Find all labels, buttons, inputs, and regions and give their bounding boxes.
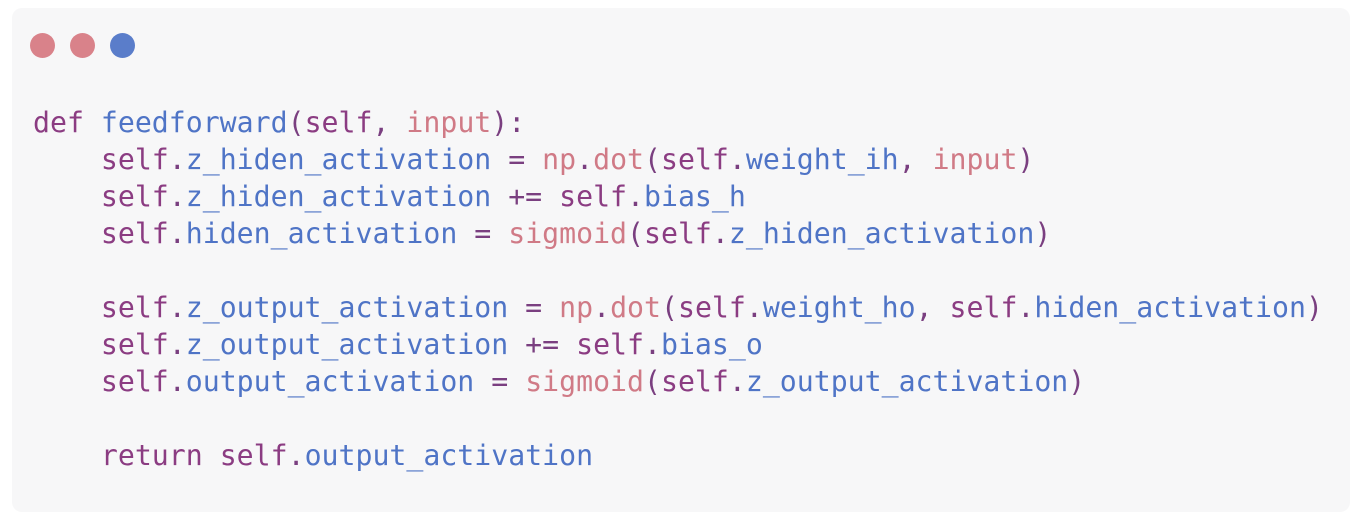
code-token-keyword: def	[33, 106, 101, 139]
code-token-punct: .	[1017, 291, 1035, 324]
code-token-punct: .	[168, 328, 186, 361]
code-token-punct: )	[1034, 217, 1052, 250]
code-token-punct: ,	[898, 143, 933, 176]
code-token-self: self	[100, 365, 169, 398]
code-token-call: dot	[610, 291, 661, 324]
code-token-punct: ,	[372, 106, 407, 139]
code-token-self: self	[304, 106, 373, 139]
code-token-call: sigmoid	[508, 217, 628, 250]
code-token-punct: .	[576, 143, 594, 176]
code-token-punct: ,	[915, 291, 950, 324]
code-token-call: dot	[593, 143, 645, 176]
code-token-attr: hiden_activation	[1034, 291, 1306, 324]
code-line: return self.output_activation	[33, 437, 1323, 474]
code-token-self: self	[100, 328, 169, 361]
code-token-punct: .	[711, 217, 729, 250]
code-token-attr: z_output_activation	[185, 291, 509, 324]
code-token-self: self	[219, 439, 288, 472]
code-token-punct: .	[168, 180, 186, 213]
code-token-self: self	[644, 217, 712, 250]
code-token-punct: .	[168, 143, 186, 176]
code-token-punct: =	[491, 143, 543, 176]
code-token-punct: +=	[508, 328, 577, 361]
code-token-punct: )	[1305, 291, 1323, 324]
code-token-punct: )	[1017, 143, 1035, 176]
code-token-punct: =	[474, 365, 526, 398]
code-token-punct: (	[643, 365, 661, 398]
code-token-punct: .	[728, 143, 746, 176]
code-token-punct: +=	[491, 180, 560, 213]
code-line: self.z_hiden_activation = np.dot(self.we…	[33, 141, 1323, 178]
code-token-call: np	[542, 143, 577, 176]
code-token-self: self	[100, 291, 169, 324]
code-token-self: self	[559, 180, 628, 213]
code-token-punct: .	[593, 291, 611, 324]
code-token-self: self	[100, 143, 169, 176]
code-token-punct: .	[728, 365, 746, 398]
code-token-self: self	[576, 328, 644, 361]
code-token-punct: .	[627, 180, 644, 213]
code-token-attr: output_activation	[304, 439, 594, 472]
code-token-punct: (	[660, 291, 678, 324]
code-token-punct: .	[287, 439, 305, 472]
code-token-self: self	[100, 217, 169, 250]
code-window: def feedforward(self, input): self.z_hid…	[12, 8, 1350, 512]
code-line: self.z_output_activation += self.bias_o	[33, 326, 1323, 363]
code-line: self.hiden_activation = sigmoid(self.z_h…	[33, 215, 1323, 252]
code-token-punct: .	[168, 365, 186, 398]
code-token-punct: .	[168, 217, 186, 250]
code-token-punct: (	[644, 143, 661, 176]
code-token-attr: z_output_activation	[745, 365, 1069, 398]
code-token-attr: hiden_activation	[185, 217, 458, 250]
code-token-self: self	[660, 365, 729, 398]
code-token-attr: bias_h	[644, 180, 746, 213]
code-token-attr: z_hiden_activation	[728, 217, 1035, 250]
code-token-self: self	[677, 291, 746, 324]
code-token-attr: weight_ih	[745, 143, 899, 176]
window-controls	[30, 33, 135, 58]
code-line: self.z_hiden_activation += self.bias_h	[33, 178, 1323, 215]
maximize-dot[interactable]	[110, 33, 135, 58]
code-token-punct: (	[287, 106, 305, 139]
code-token-self: self	[661, 143, 729, 176]
code-token-call: np	[559, 291, 594, 324]
code-token-attr: z_hiden_activation	[185, 143, 492, 176]
code-token-attr: z_output_activation	[185, 328, 509, 361]
code-line: self.z_output_activation = np.dot(self.w…	[33, 289, 1323, 326]
code-token-punct: )	[1068, 365, 1086, 398]
code-token-func: feedforward	[100, 106, 288, 139]
code-token-attr: output_activation	[185, 365, 475, 398]
code-token-punct: .	[168, 291, 186, 324]
code-token-punct: ):	[491, 106, 526, 139]
code-token-attr: z_hiden_activation	[185, 180, 492, 213]
code-token-param: input	[406, 106, 492, 139]
code-token-keyword: return	[100, 439, 220, 472]
code-line: def feedforward(self, input):	[33, 104, 1323, 141]
code-token-attr: weight_ho	[762, 291, 916, 324]
code-token-self: self	[100, 180, 169, 213]
code-block: def feedforward(self, input): self.z_hid…	[33, 104, 1323, 474]
code-token-punct: .	[643, 328, 661, 361]
code-line: self.output_activation = sigmoid(self.z_…	[33, 363, 1323, 400]
code-token-punct: (	[627, 217, 644, 250]
code-token-attr: bias_o	[660, 328, 763, 361]
code-token-self: self	[949, 291, 1018, 324]
code-token-punct: =	[457, 217, 509, 250]
minimize-dot[interactable]	[70, 33, 95, 58]
close-dot[interactable]	[30, 33, 55, 58]
code-token-call: sigmoid	[525, 365, 644, 398]
code-token-punct: =	[508, 291, 560, 324]
code-token-param: input	[932, 143, 1018, 176]
code-token-punct: .	[745, 291, 763, 324]
